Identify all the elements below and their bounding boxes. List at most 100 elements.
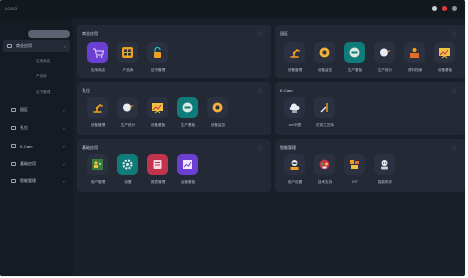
app-tile[interactable]: 技术支持 — [312, 154, 338, 186]
sidebar-item-ecam[interactable]: E-Cam ˅ — [7, 140, 69, 152]
person-box-icon — [404, 42, 425, 63]
app-tile[interactable]: 设备管理 — [282, 42, 308, 74]
app-tile[interactable]: 生产看板 — [175, 97, 201, 129]
sidebar-item-base[interactable]: 基础应用 ˅ — [7, 158, 69, 170]
header-actions — [432, 6, 457, 11]
card-biz: 商业应用 应用商店 产品库 证书管理 — [77, 25, 271, 78]
app-tile[interactable]: 仿真工艺库 — [312, 97, 338, 129]
app-icon — [11, 179, 16, 183]
chevron-down-icon: ˅ — [62, 178, 65, 184]
settings-icon[interactable] — [432, 6, 437, 11]
sidebar-item-label: 孔位 — [20, 125, 28, 130]
card-title: E-Cam — [280, 88, 293, 93]
assistant-icon — [374, 154, 395, 175]
operator-icon — [284, 154, 305, 175]
app-tile[interactable]: 运营看板 — [175, 154, 201, 186]
app-tile[interactable]: 设备监控 — [205, 97, 231, 129]
card-park: 园区 设备管理 设备监控 生产看板 生产统计 资料档案 设备看板 — [275, 25, 465, 78]
report-icon — [147, 154, 168, 175]
sidebar-subitem-certs[interactable]: 证书管理 — [36, 90, 50, 95]
sidebar-item-biz[interactable]: 商业应用 ˄ — [3, 40, 70, 52]
app-tile[interactable]: 智能助手 — [372, 154, 398, 186]
sidebar-item-label: 基础应用 — [20, 161, 36, 166]
app-logo: LOGO — [5, 6, 18, 11]
sweep-icon — [374, 42, 395, 63]
app-tile[interactable]: 生产统计 — [115, 97, 141, 129]
sidebar-subitem-products[interactable]: 产品库 — [36, 74, 47, 79]
iot-icon — [344, 154, 365, 175]
app-tile[interactable]: 资料档案 — [402, 42, 428, 74]
sidebar-item-label: 园区 — [20, 107, 28, 112]
card-title: 孔位 — [82, 88, 90, 93]
cart-icon — [87, 42, 108, 63]
app-tile[interactable]: 生产看板 — [342, 42, 368, 74]
card-title: 商业应用 — [82, 31, 98, 36]
app-window: LOGO 商业应用 ˄ 应用商店 产品库 证书管理 园区 ˅ 孔位 ˅ E-Ca… — [0, 0, 465, 276]
chevron-down-icon: ˅ — [62, 125, 65, 131]
card-decoration — [257, 145, 263, 151]
app-label: 设备监控 — [210, 123, 226, 127]
card-title: 园区 — [280, 31, 288, 36]
app-tile[interactable]: 应用商店 — [85, 42, 111, 74]
support-icon — [314, 154, 335, 175]
card-decoration — [451, 145, 457, 151]
sidebar-item-label: 商业应用 — [16, 43, 32, 48]
sweep-icon — [117, 97, 138, 118]
app-label: 智能助手 — [377, 180, 393, 184]
app-icon — [11, 108, 16, 112]
lock-icon — [147, 42, 168, 63]
avatar-icon[interactable] — [452, 6, 457, 11]
app-tile[interactable]: 设备管理 — [85, 97, 111, 129]
chevron-up-icon: ˄ — [63, 43, 66, 49]
gauge-icon — [344, 42, 365, 63]
app-label: 运营看板 — [180, 180, 196, 184]
chevron-down-icon: ˅ — [62, 161, 65, 167]
chevron-down-icon: ˅ — [62, 143, 65, 149]
sidebar-item-label: 智能管理 — [20, 178, 36, 183]
board-icon — [147, 97, 168, 118]
tools-icon — [314, 97, 335, 118]
card-title: 基础应用 — [82, 145, 98, 150]
sidebar-item-park[interactable]: 园区 ˅ — [7, 104, 69, 116]
notification-icon[interactable] — [442, 6, 447, 11]
board-icon — [434, 42, 455, 63]
sidebar-item-label: E-Cam — [20, 143, 33, 149]
card-ecam: E-Cam cnc列表 仿真工艺库 — [275, 82, 465, 135]
app-tile[interactable]: IOT — [342, 154, 368, 186]
app-tile[interactable]: 生产统计 — [372, 42, 398, 74]
sidebar-item-smart[interactable]: 智能管理 ˅ — [7, 175, 69, 187]
sidebar: 商业应用 ˄ 应用商店 产品库 证书管理 园区 ˅ 孔位 ˅ E-Cam ˅ 基… — [0, 19, 73, 276]
users-icon — [87, 154, 108, 175]
grid-icon — [117, 42, 138, 63]
robot-arm-icon — [87, 97, 108, 118]
app-tile[interactable]: cnc列表 — [282, 97, 308, 129]
chevron-down-icon: ˅ — [62, 107, 65, 113]
app-tile[interactable]: 报表管理 — [145, 154, 171, 186]
app-tile[interactable]: 产品库 — [115, 42, 141, 74]
card-base: 基础应用 用户管理 设置 报表管理 运营看板 — [77, 139, 271, 192]
app-icon — [11, 144, 16, 148]
app-tile[interactable]: 证书管理 — [145, 42, 171, 74]
card-decoration — [451, 88, 457, 94]
card-title: 智能管理 — [280, 145, 296, 150]
card-decoration — [257, 31, 263, 37]
disc-icon — [207, 97, 228, 118]
gear-icon — [117, 154, 138, 175]
app-tile[interactable]: 设置 — [115, 154, 141, 186]
sidebar-item-hole[interactable]: 孔位 ˅ — [7, 122, 69, 134]
app-tile[interactable]: 设备看板 — [432, 42, 458, 74]
app-icon — [11, 162, 16, 166]
gauge-icon — [177, 97, 198, 118]
app-tile[interactable]: 用户管理 — [85, 154, 111, 186]
card-decoration — [451, 31, 457, 37]
card-smart: 智能管理 用户设置 技术支持 IOT 智能助手 — [275, 139, 465, 192]
card-decoration — [257, 88, 263, 94]
app-tile[interactable]: 用户设置 — [282, 154, 308, 186]
app-label: 证书管理 — [150, 68, 166, 72]
cloud-machine-icon — [284, 97, 305, 118]
app-icon — [11, 126, 16, 130]
sidebar-subitem-store[interactable]: 应用商店 — [36, 59, 50, 64]
sidebar-collapse-toggle[interactable] — [28, 30, 70, 38]
app-tile[interactable]: 设备看板 — [145, 97, 171, 129]
app-tile[interactable]: 设备监控 — [312, 42, 338, 74]
